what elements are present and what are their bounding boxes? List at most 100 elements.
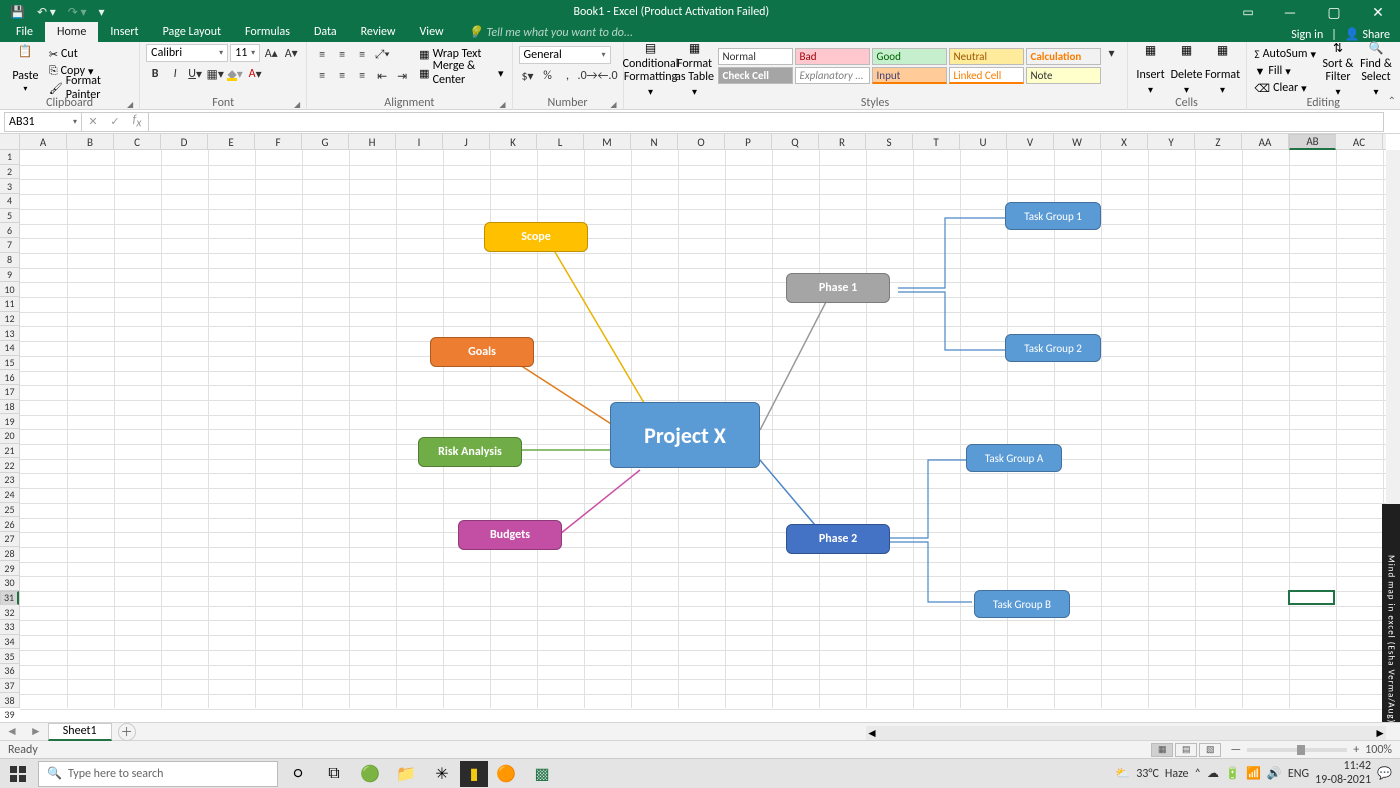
style-calculation[interactable]: Calculation — [1026, 48, 1101, 65]
sign-in[interactable]: Sign in — [1291, 28, 1323, 42]
explorer-icon[interactable]: 📁 — [388, 759, 424, 788]
align-right-icon[interactable]: ≡ — [353, 67, 371, 85]
zoom-in-icon[interactable]: + — [1353, 743, 1359, 757]
paste-button[interactable]: 📋 Paste▾ — [6, 44, 45, 96]
style-input[interactable]: Input — [872, 67, 947, 84]
format-painter-button[interactable]: 🖌 Format Painter — [47, 80, 133, 96]
wifi-icon[interactable]: 📶 — [1246, 766, 1261, 781]
enter-fx-icon[interactable]: ✓ — [104, 115, 126, 128]
app-icon[interactable]: 🟠 — [488, 759, 524, 788]
autosum-button[interactable]: Σ AutoSum ▾ — [1253, 46, 1318, 62]
comma-icon[interactable]: , — [559, 67, 577, 85]
onedrive-icon[interactable]: ☁ — [1207, 766, 1219, 781]
style-bad[interactable]: Bad — [795, 48, 870, 65]
tab-review[interactable]: Review — [349, 22, 408, 42]
style-checkcell[interactable]: Check Cell — [718, 67, 793, 84]
cancel-fx-icon[interactable]: ✕ — [82, 115, 104, 128]
orientation-icon[interactable]: ⤢▾ — [373, 46, 391, 64]
screen-recorder-overlay[interactable]: Mind map in excel (Esha Verma/Aug) 02:01 — [1382, 504, 1400, 722]
start-button[interactable] — [0, 759, 36, 788]
system-tray[interactable]: ⛅ 33°C Haze ˄ ☁ 🔋 📶 🔊 ENG 11:4219-08-202… — [1107, 760, 1400, 786]
merge-center-button[interactable]: ▦ Merge & Center ▾ — [417, 65, 505, 81]
notifications-icon[interactable]: 💬 — [1377, 766, 1392, 781]
minimize-button[interactable]: — — [1268, 0, 1312, 24]
fill-color-button[interactable]: ◆▾ — [226, 65, 244, 83]
italic-button[interactable]: I — [166, 65, 184, 83]
worksheet-grid[interactable]: ABCDEFGHIJKLMNOPQRSTUVWXYZAAABAC 1234567… — [0, 134, 1400, 722]
shape-risk[interactable]: Risk Analysis — [418, 437, 522, 467]
format-as-table-button[interactable]: ▦Format as Table▾ — [674, 44, 716, 96]
style-good[interactable]: Good — [872, 48, 947, 65]
indent-inc-icon[interactable]: ⇥ — [393, 67, 411, 85]
horizontal-scrollbar[interactable]: ◄► — [866, 726, 1386, 740]
tab-data[interactable]: Data — [302, 22, 349, 42]
bold-button[interactable]: B — [146, 65, 164, 83]
style-normal[interactable]: Normal — [718, 48, 793, 65]
sheet-nav-prev[interactable]: ◄ — [0, 724, 24, 739]
taskbar-clock[interactable]: 11:4219-08-2021 — [1315, 760, 1371, 786]
tray-chevron-icon[interactable]: ˄ — [1195, 767, 1201, 781]
font-size[interactable]: 11▾ — [230, 44, 260, 62]
shape-center[interactable]: Project X — [610, 402, 760, 468]
shape-tgA[interactable]: Task Group A — [966, 444, 1062, 472]
fx-icon[interactable]: fx — [126, 113, 148, 130]
maximize-button[interactable]: ▢ — [1312, 0, 1356, 24]
slack-icon[interactable]: ✳ — [424, 759, 460, 788]
cells-area[interactable]: Project X Scope Goals Risk Analysis Budg… — [20, 150, 1386, 708]
language-indicator[interactable]: ENG — [1288, 767, 1309, 781]
collapse-ribbon-icon[interactable]: ⌃ — [1388, 94, 1396, 107]
column-headers[interactable]: ABCDEFGHIJKLMNOPQRSTUVWXYZAAABAC — [20, 134, 1386, 150]
new-sheet-button[interactable]: ＋ — [118, 723, 136, 741]
redo-icon[interactable]: ↷ ▾ — [64, 3, 91, 22]
shape-scope[interactable]: Scope — [484, 222, 588, 252]
view-normal-icon[interactable]: ▦ — [1151, 743, 1173, 757]
select-all-corner[interactable] — [0, 134, 20, 150]
undo-icon[interactable]: ↶ ▾ — [33, 3, 60, 22]
view-pagebreak-icon[interactable]: ▧ — [1199, 743, 1221, 757]
shape-goals[interactable]: Goals — [430, 337, 534, 367]
align-left-icon[interactable]: ≡ — [313, 67, 331, 85]
align-center-icon[interactable]: ≡ — [333, 67, 351, 85]
sheet-nav-next[interactable]: ► — [24, 724, 48, 739]
cortana-icon[interactable]: ○ — [280, 759, 316, 788]
battery-icon[interactable]: 🔋 — [1225, 766, 1240, 781]
font-color-button[interactable]: A▾ — [246, 65, 264, 83]
view-pagelayout-icon[interactable]: ▤ — [1175, 743, 1197, 757]
shape-budgets[interactable]: Budgets — [458, 520, 562, 550]
insert-cells-button[interactable]: ▦Insert▾ — [1134, 44, 1168, 96]
shape-tg1[interactable]: Task Group 1 — [1005, 202, 1101, 230]
tab-view[interactable]: View — [408, 22, 456, 42]
sheet-tab-1[interactable]: Sheet1 — [48, 723, 112, 741]
dec-decimal-icon[interactable]: ←.0 — [599, 67, 617, 85]
shrink-font-icon[interactable]: A▾ — [282, 44, 300, 62]
align-middle-icon[interactable]: ≡ — [333, 46, 351, 64]
formula-input[interactable] — [149, 112, 1384, 132]
shape-phase2[interactable]: Phase 2 — [786, 524, 890, 554]
border-button[interactable]: ▦▾ — [206, 65, 224, 83]
tab-insert[interactable]: Insert — [98, 22, 150, 42]
align-bottom-icon[interactable]: ≡ — [353, 46, 371, 64]
style-note[interactable]: Note — [1026, 67, 1101, 84]
style-explanatory[interactable]: Explanatory ... — [795, 67, 870, 84]
shape-tg2[interactable]: Task Group 2 — [1005, 334, 1101, 362]
row-headers[interactable]: 1234567891011121314151617181920212223242… — [0, 150, 20, 708]
tab-formulas[interactable]: Formulas — [233, 22, 302, 42]
taskbar-search[interactable]: 🔍Type here to search — [38, 761, 278, 787]
style-neutral[interactable]: Neutral — [949, 48, 1024, 65]
close-button[interactable]: ✕ — [1356, 0, 1400, 24]
tell-me[interactable]: 💡Tell me what you want to do... — [462, 23, 639, 42]
taskview-icon[interactable]: ⧉ — [316, 759, 352, 788]
cut-button[interactable]: ✂ Cut — [47, 46, 133, 62]
zoom-out-icon[interactable]: — — [1230, 743, 1241, 757]
style-linked[interactable]: Linked Cell — [949, 67, 1024, 84]
tab-pagelayout[interactable]: Page Layout — [151, 22, 233, 42]
zoom-level[interactable]: 100% — [1365, 743, 1392, 757]
sort-filter-button[interactable]: ⇅Sort & Filter▾ — [1320, 44, 1356, 96]
name-box[interactable]: AB31▾ — [4, 112, 82, 132]
excel-icon[interactable]: ▩ — [524, 759, 560, 788]
fill-button[interactable]: ▼ Fill ▾ — [1253, 63, 1318, 79]
tab-file[interactable]: File — [4, 22, 45, 42]
indent-dec-icon[interactable]: ⇤ — [373, 67, 391, 85]
delete-cells-button[interactable]: ▦Delete▾ — [1170, 44, 1204, 96]
volume-icon[interactable]: 🔊 — [1267, 766, 1282, 781]
